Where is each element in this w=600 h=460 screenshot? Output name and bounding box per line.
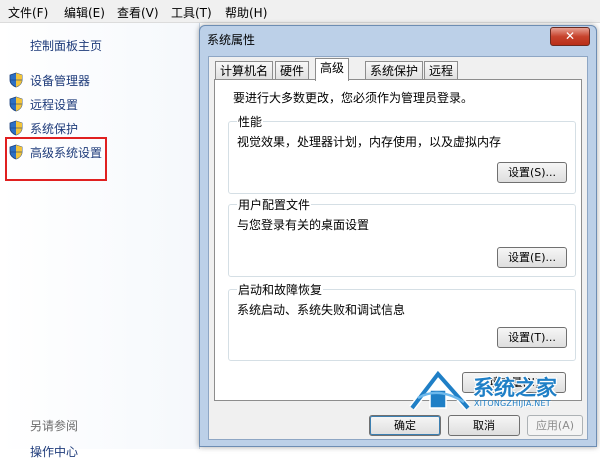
shield-icon — [9, 120, 23, 136]
nav-link-label: 系统保护 — [30, 121, 79, 136]
tab-label: 计算机名 — [220, 64, 269, 78]
startup-recovery-settings-button[interactable]: 设置(T)... — [497, 327, 567, 348]
dialog-title: 系统属性 — [207, 33, 256, 47]
admin-note: 要进行大多数更改，您必须作为管理员登录。 — [233, 91, 474, 105]
see-also-heading: 另请参阅 — [30, 419, 79, 433]
control-panel-home-link[interactable]: 控制面板主页 — [30, 37, 102, 54]
group-description: 视觉效果，处理器计划，内存使用，以及虚拟内存 — [237, 135, 502, 149]
nav-link-label: 远程设置 — [30, 97, 79, 112]
menu-tools[interactable]: 工具(T) — [171, 4, 212, 21]
tab-label: 远程 — [429, 64, 454, 78]
tab-label: 系统保护 — [370, 64, 419, 78]
tab-system-protection[interactable]: 系统保护 — [365, 61, 424, 79]
startup-recovery-group: 启动和故障恢复 系统启动、系统失败和调试信息 设置(T)... — [228, 281, 576, 361]
group-title: 性能 — [237, 113, 264, 130]
menu-file[interactable]: 文件(F) — [8, 4, 48, 21]
cancel-button[interactable]: 取消 — [448, 415, 520, 436]
nav-link-label: 设备管理器 — [30, 73, 91, 88]
group-description: 与您登录有关的桌面设置 — [237, 218, 370, 232]
nav-link-system-protection[interactable]: 系统保护 — [8, 119, 78, 137]
tab-hardware[interactable]: 硬件 — [275, 61, 310, 79]
menu-help[interactable]: 帮助(H) — [225, 4, 267, 21]
house-logo-icon — [409, 368, 471, 411]
tab-remote[interactable]: 远程 — [424, 61, 459, 79]
menu-bar: 文件(F) 编辑(E) 查看(V) 工具(T) 帮助(H) — [0, 0, 600, 23]
control-panel-nav: 控制面板主页 设备管理器 远程设置 系统保护 高级系统设置 另请参阅 操作中心 — [0, 23, 200, 459]
group-description: 系统启动、系统失败和调试信息 — [237, 303, 406, 317]
close-icon: ✕ — [564, 29, 576, 43]
group-title: 启动和故障恢复 — [237, 281, 324, 298]
tab-advanced[interactable]: 高级 — [315, 58, 350, 81]
menu-view[interactable]: 查看(V) — [117, 4, 159, 21]
tab-computer-name[interactable]: 计算机名 — [215, 61, 274, 79]
performance-settings-button[interactable]: 设置(S)... — [497, 162, 567, 183]
apply-button[interactable]: 应用(A) — [527, 415, 583, 436]
tab-label: 高级 — [320, 61, 345, 75]
watermark-url: XITONGZHIJIA.NET — [474, 399, 551, 408]
user-profiles-group: 用户配置文件 与您登录有关的桌面设置 设置(E)... — [228, 196, 576, 277]
highlight-advanced-settings — [5, 137, 107, 181]
performance-group: 性能 视觉效果，处理器计划，内存使用，以及虚拟内存 设置(S)... — [228, 113, 576, 194]
shield-icon — [9, 96, 23, 112]
advanced-tab-panel: 要进行大多数更改，您必须作为管理员登录。 性能 视觉效果，处理器计划，内存使用，… — [214, 79, 582, 401]
watermark-brand: 系统之家 — [473, 376, 557, 400]
watermark: 系统之家 XITONGZHIJIA.NET — [408, 366, 580, 414]
nav-link-remote-settings[interactable]: 远程设置 — [8, 95, 78, 113]
nav-link-device-manager[interactable]: 设备管理器 — [8, 71, 90, 89]
ok-button[interactable]: 确定 — [369, 415, 441, 436]
close-button[interactable]: ✕ — [550, 27, 590, 46]
shield-icon — [9, 72, 23, 88]
action-center-link[interactable]: 操作中心 — [30, 443, 78, 460]
group-title: 用户配置文件 — [237, 196, 312, 213]
menu-edit[interactable]: 编辑(E) — [64, 4, 105, 21]
tab-label: 硬件 — [280, 64, 305, 78]
user-profiles-settings-button[interactable]: 设置(E)... — [497, 247, 567, 268]
